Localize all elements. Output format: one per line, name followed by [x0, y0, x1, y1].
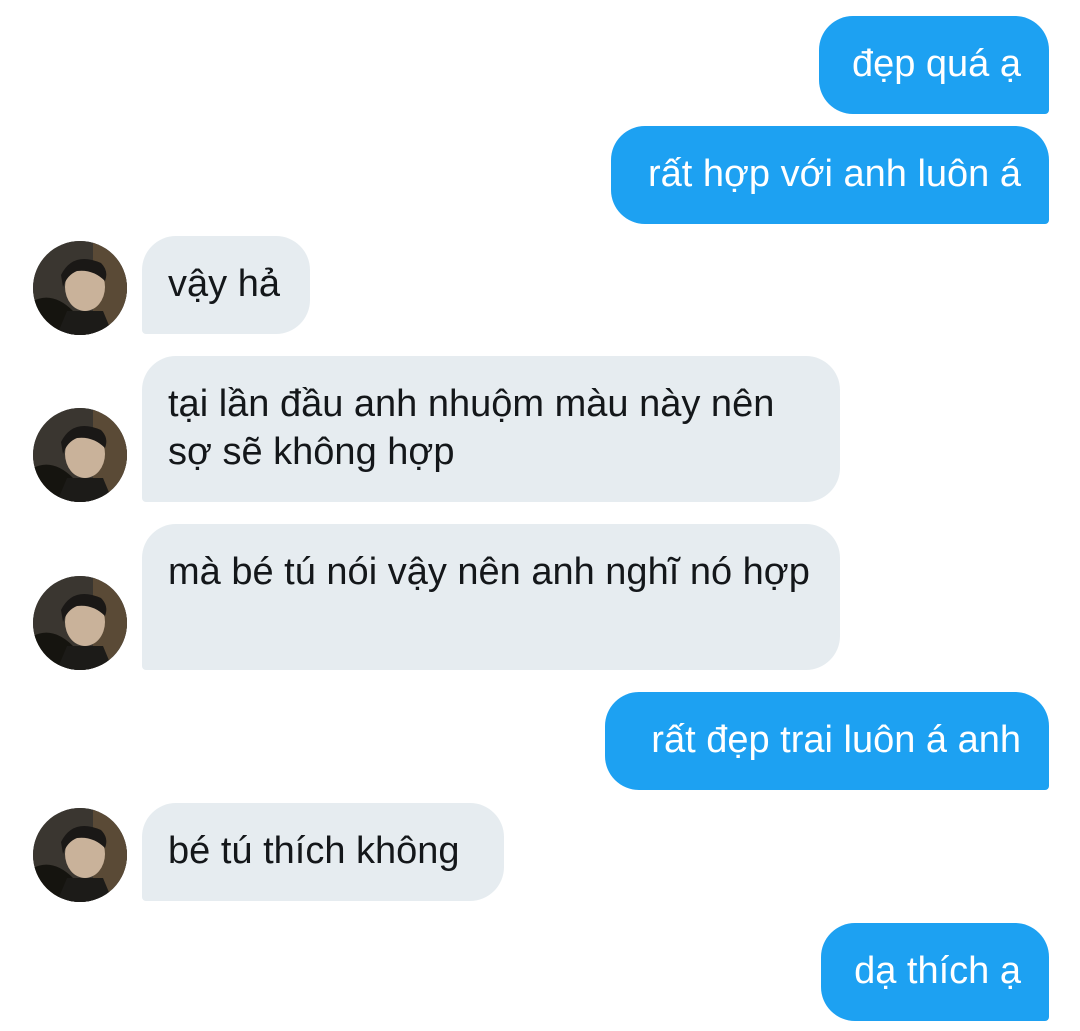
avatar-photo-icon	[33, 408, 127, 502]
message-bubble-received[interactable]: bé tú thích không	[142, 803, 504, 901]
contact-avatar[interactable]	[33, 241, 127, 335]
message-bubble-received[interactable]: vậy hả	[142, 236, 310, 334]
message-bubble-sent[interactable]: đẹp quá ạ	[819, 16, 1049, 114]
message-bubble-received[interactable]: mà bé tú nói vậy nên anh nghĩ nó hợp	[142, 524, 840, 670]
contact-avatar[interactable]	[33, 576, 127, 670]
message-bubble-sent[interactable]: dạ thích ạ	[821, 923, 1049, 1021]
avatar-photo-icon	[33, 576, 127, 670]
avatar-photo-icon	[33, 241, 127, 335]
message-bubble-received[interactable]: tại lần đầu anh nhuộm màu này nên sợ sẽ …	[142, 356, 840, 502]
contact-avatar[interactable]	[33, 808, 127, 902]
message-bubble-sent[interactable]: rất hợp với anh luôn á	[611, 126, 1049, 224]
contact-avatar[interactable]	[33, 408, 127, 502]
message-bubble-sent[interactable]: rất đẹp trai luôn á anh	[605, 692, 1049, 790]
avatar-photo-icon	[33, 808, 127, 902]
